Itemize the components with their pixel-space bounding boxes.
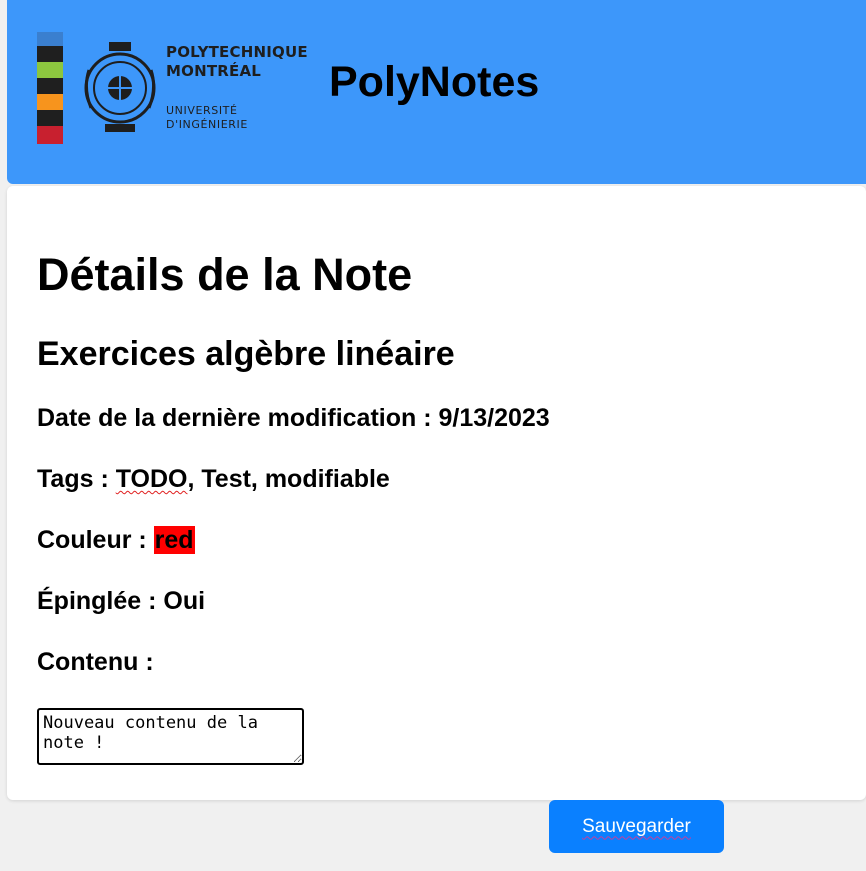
note-pinned: Épinglée : Oui: [37, 587, 205, 616]
tag-item: , Test, modifiable: [187, 465, 390, 493]
note-modified-date: Date de la dernière modification : 9/13/…: [37, 404, 550, 433]
pinned-label: Épinglée :: [37, 587, 164, 615]
polytechnique-logo[interactable]: POLYTECHNIQUE MONTRÉAL UNIVERSITÉ D'INGÉ…: [37, 32, 317, 148]
color-value-badge: red: [153, 526, 195, 554]
logo-color-bars: [37, 32, 63, 146]
logo-color-bar: [37, 46, 63, 62]
logo-line-4: D'INGÉNIERIE: [166, 118, 248, 131]
note-color: Couleur : red: [37, 526, 195, 555]
content-textarea[interactable]: Nouveau contenu de la note !: [37, 708, 304, 765]
logo-subtitle: UNIVERSITÉ D'INGÉNIERIE: [166, 104, 248, 132]
tag-item: TODO: [115, 465, 188, 493]
logo-wordmark: POLYTECHNIQUE MONTRÉAL: [166, 43, 308, 81]
modified-label: Date de la dernière modification :: [37, 404, 439, 432]
modified-value: 9/13/2023: [438, 404, 550, 432]
logo-line-2: MONTRÉAL: [166, 62, 262, 80]
color-label: Couleur :: [37, 526, 154, 554]
logo-seal-icon: [84, 42, 156, 132]
note-details-card: Détails de la Note Exercices algèbre lin…: [7, 186, 866, 800]
save-button-label: Sauvegarder: [582, 815, 691, 837]
content-label: Contenu :: [37, 648, 154, 676]
app-header: POLYTECHNIQUE MONTRÉAL UNIVERSITÉ D'INGÉ…: [7, 0, 866, 184]
logo-color-bar: [37, 32, 63, 46]
logo-color-bar: [37, 94, 63, 110]
logo-color-bar: [37, 62, 63, 78]
logo-color-bar: [37, 126, 63, 144]
logo-line-3: UNIVERSITÉ: [166, 104, 238, 117]
app-title: PolyNotes: [329, 58, 540, 106]
logo-line-1: POLYTECHNIQUE: [166, 43, 308, 61]
logo-color-bar: [37, 110, 63, 126]
save-button[interactable]: Sauvegarder: [549, 800, 724, 853]
note-tags: Tags : TODO, Test, modifiable: [37, 465, 390, 494]
pinned-value: Oui: [163, 587, 206, 615]
page-title: Détails de la Note: [37, 249, 413, 300]
note-title: Exercices algèbre linéaire: [37, 335, 455, 373]
tags-label: Tags :: [37, 465, 116, 493]
logo-color-bar: [37, 78, 63, 94]
